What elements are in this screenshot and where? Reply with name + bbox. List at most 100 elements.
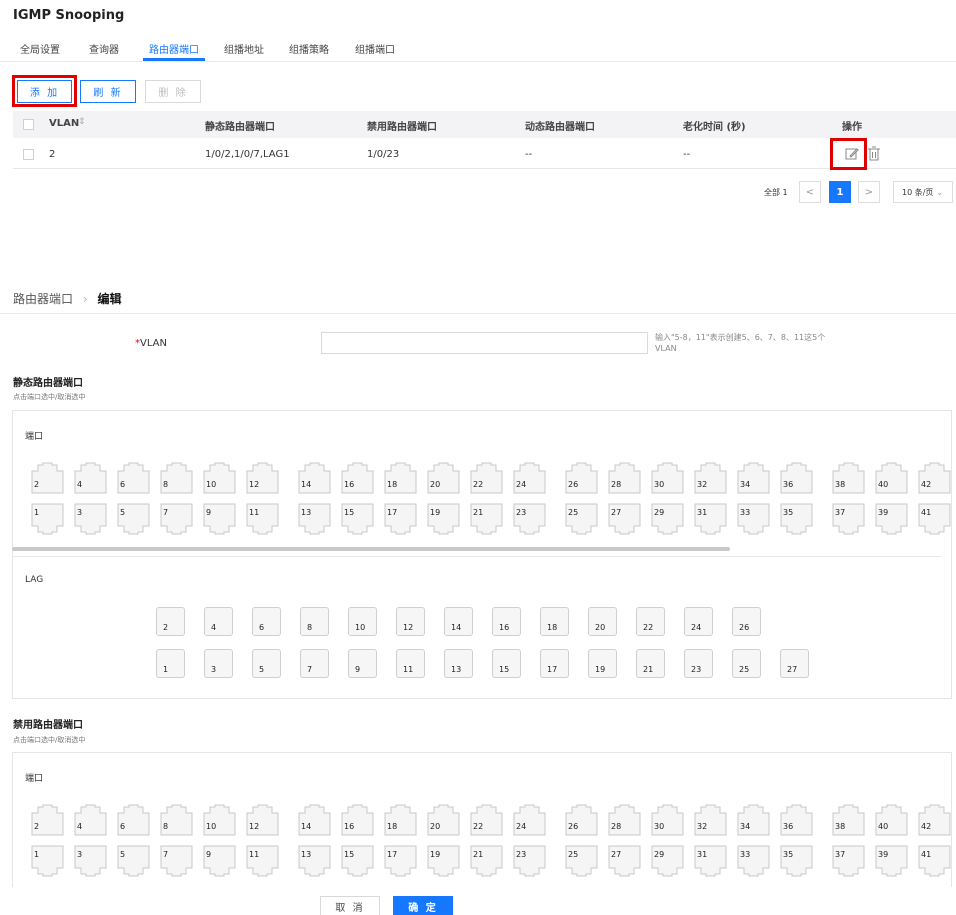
forbidden-port-19[interactable]: 19 (426, 844, 461, 878)
static-port-36[interactable]: 36 (779, 461, 814, 495)
forbidden-port-3[interactable]: 3 (73, 844, 108, 878)
forbidden-port-15[interactable]: 15 (340, 844, 375, 878)
lag-port-13[interactable]: 13 (444, 649, 473, 678)
static-port-32[interactable]: 32 (693, 461, 728, 495)
lag-port-22[interactable]: 22 (636, 607, 665, 636)
static-port-15[interactable]: 15 (340, 502, 375, 536)
lag-port-27[interactable]: 27 (780, 649, 809, 678)
static-port-8[interactable]: 8 (159, 461, 194, 495)
static-port-11[interactable]: 11 (245, 502, 280, 536)
static-port-35[interactable]: 35 (779, 502, 814, 536)
forbidden-port-14[interactable]: 14 (297, 803, 332, 837)
static-port-39[interactable]: 39 (874, 502, 909, 536)
forbidden-port-9[interactable]: 9 (202, 844, 237, 878)
static-port-40[interactable]: 40 (874, 461, 909, 495)
static-port-29[interactable]: 29 (650, 502, 685, 536)
vlan-input[interactable] (321, 332, 648, 354)
static-port-26[interactable]: 26 (564, 461, 599, 495)
next-page-button[interactable]: > (858, 181, 880, 203)
lag-port-6[interactable]: 6 (252, 607, 281, 636)
static-port-19[interactable]: 19 (426, 502, 461, 536)
static-port-28[interactable]: 28 (607, 461, 642, 495)
lag-port-7[interactable]: 7 (300, 649, 329, 678)
static-port-34[interactable]: 34 (736, 461, 771, 495)
lag-port-11[interactable]: 11 (396, 649, 425, 678)
forbidden-port-7[interactable]: 7 (159, 844, 194, 878)
forbidden-port-28[interactable]: 28 (607, 803, 642, 837)
tab-multicast-port[interactable]: 组播端口 (355, 41, 395, 56)
forbidden-port-5[interactable]: 5 (116, 844, 151, 878)
static-port-17[interactable]: 17 (383, 502, 418, 536)
static-port-3[interactable]: 3 (73, 502, 108, 536)
static-port-2[interactable]: 2 (30, 461, 65, 495)
forbidden-port-23[interactable]: 23 (512, 844, 547, 878)
lag-port-2[interactable]: 2 (156, 607, 185, 636)
static-port-23[interactable]: 23 (512, 502, 547, 536)
row-checkbox[interactable] (23, 149, 34, 160)
static-port-18[interactable]: 18 (383, 461, 418, 495)
breadcrumb-parent[interactable]: 路由器端口 (13, 292, 73, 306)
confirm-button[interactable]: 确 定 (393, 896, 453, 915)
delete-button[interactable]: 删 除 (145, 80, 201, 103)
forbidden-port-11[interactable]: 11 (245, 844, 280, 878)
forbidden-port-6[interactable]: 6 (116, 803, 151, 837)
static-port-22[interactable]: 22 (469, 461, 504, 495)
tab-multicast-policy[interactable]: 组播策略 (289, 41, 329, 56)
forbidden-port-12[interactable]: 12 (245, 803, 280, 837)
static-port-37[interactable]: 37 (831, 502, 866, 536)
sort-icon[interactable]: ⇕ (78, 117, 86, 127)
static-port-9[interactable]: 9 (202, 502, 237, 536)
forbidden-port-22[interactable]: 22 (469, 803, 504, 837)
forbidden-port-33[interactable]: 33 (736, 844, 771, 878)
tab-router-port[interactable]: 路由器端口 (149, 41, 199, 56)
forbidden-port-39[interactable]: 39 (874, 844, 909, 878)
forbidden-port-2[interactable]: 2 (30, 803, 65, 837)
lag-port-24[interactable]: 24 (684, 607, 713, 636)
forbidden-port-16[interactable]: 16 (340, 803, 375, 837)
lag-port-26[interactable]: 26 (732, 607, 761, 636)
static-port-42[interactable]: 42 (917, 461, 952, 495)
static-port-1[interactable]: 1 (30, 502, 65, 536)
static-port-7[interactable]: 7 (159, 502, 194, 536)
lag-port-15[interactable]: 15 (492, 649, 521, 678)
static-port-13[interactable]: 13 (297, 502, 332, 536)
static-port-31[interactable]: 31 (693, 502, 728, 536)
cancel-button[interactable]: 取 消 (320, 896, 380, 915)
lag-port-16[interactable]: 16 (492, 607, 521, 636)
static-port-14[interactable]: 14 (297, 461, 332, 495)
forbidden-port-36[interactable]: 36 (779, 803, 814, 837)
forbidden-port-1[interactable]: 1 (30, 844, 65, 878)
lag-port-4[interactable]: 4 (204, 607, 233, 636)
tab-multicast-address[interactable]: 组播地址 (224, 41, 264, 56)
forbidden-port-38[interactable]: 38 (831, 803, 866, 837)
static-port-10[interactable]: 10 (202, 461, 237, 495)
page-1-button[interactable]: 1 (829, 181, 851, 203)
forbidden-port-21[interactable]: 21 (469, 844, 504, 878)
forbidden-port-27[interactable]: 27 (607, 844, 642, 878)
col-vlan[interactable]: VLAN (49, 118, 79, 129)
select-all-checkbox[interactable] (23, 119, 34, 130)
static-port-20[interactable]: 20 (426, 461, 461, 495)
lag-port-10[interactable]: 10 (348, 607, 377, 636)
lag-port-18[interactable]: 18 (540, 607, 569, 636)
trash-icon[interactable] (867, 146, 881, 162)
forbidden-port-42[interactable]: 42 (917, 803, 952, 837)
static-port-24[interactable]: 24 (512, 461, 547, 495)
forbidden-port-32[interactable]: 32 (693, 803, 728, 837)
static-port-30[interactable]: 30 (650, 461, 685, 495)
static-port-6[interactable]: 6 (116, 461, 151, 495)
forbidden-port-41[interactable]: 41 (917, 844, 952, 878)
static-port-27[interactable]: 27 (607, 502, 642, 536)
forbidden-port-4[interactable]: 4 (73, 803, 108, 837)
lag-port-1[interactable]: 1 (156, 649, 185, 678)
lag-port-3[interactable]: 3 (204, 649, 233, 678)
lag-port-25[interactable]: 25 (732, 649, 761, 678)
tab-querier[interactable]: 查询器 (89, 41, 119, 56)
static-port-21[interactable]: 21 (469, 502, 504, 536)
tab-global-settings[interactable]: 全局设置 (20, 41, 60, 56)
lag-port-9[interactable]: 9 (348, 649, 377, 678)
lag-port-8[interactable]: 8 (300, 607, 329, 636)
static-port-25[interactable]: 25 (564, 502, 599, 536)
forbidden-port-26[interactable]: 26 (564, 803, 599, 837)
forbidden-port-29[interactable]: 29 (650, 844, 685, 878)
